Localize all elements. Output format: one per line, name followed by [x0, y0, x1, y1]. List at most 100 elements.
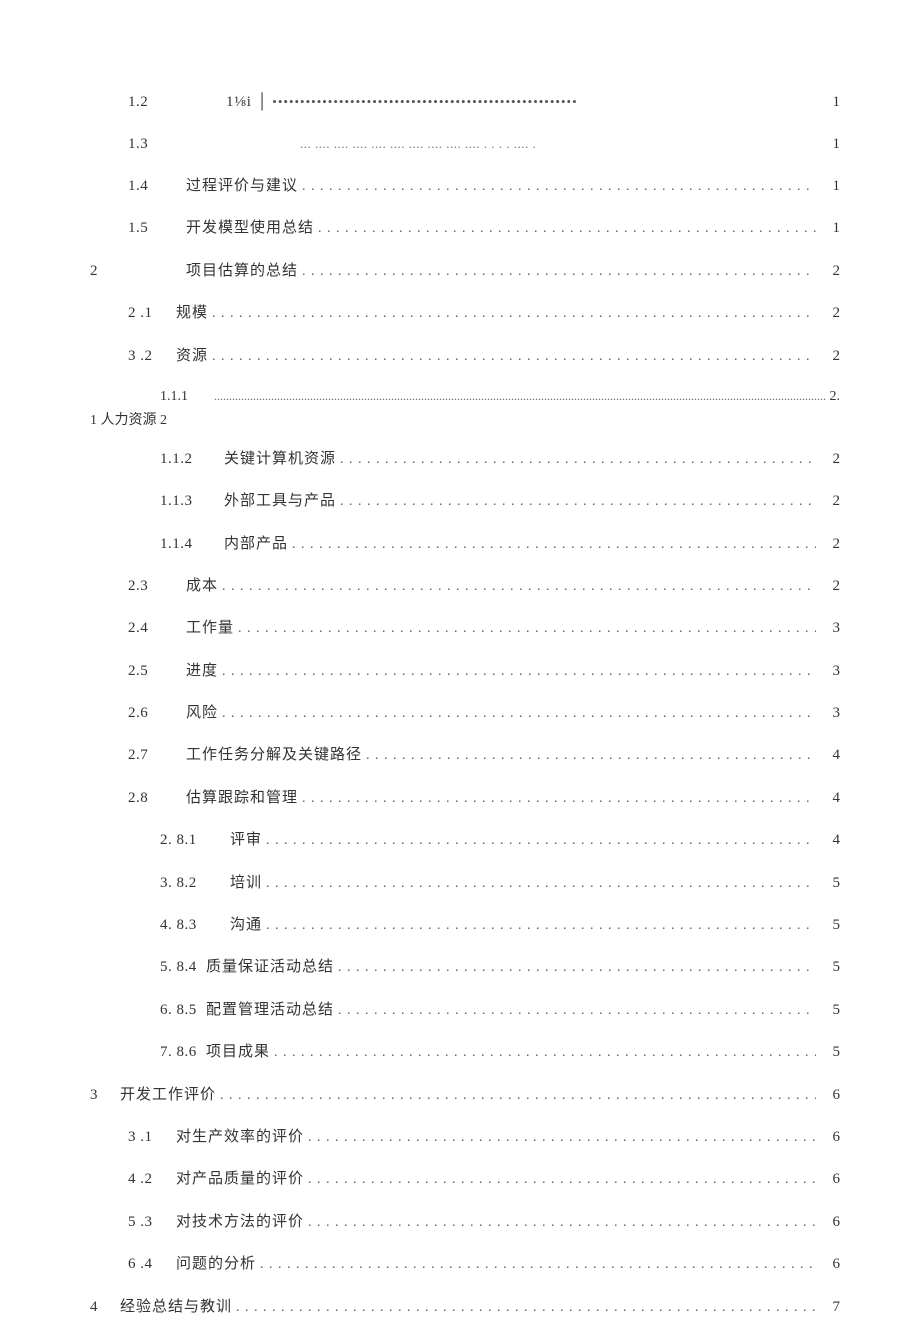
toc-label: 对生产效率的评价: [176, 1125, 304, 1149]
toc-row-3-3: 5 .3 对技术方法的评价 6: [90, 1210, 840, 1234]
toc-num: 2.4: [128, 616, 176, 640]
toc-label: 估算跟踪和管理: [186, 786, 298, 810]
toc-leader: [266, 828, 816, 852]
toc-leader: [266, 913, 816, 937]
toc-leader: [308, 1210, 816, 1234]
toc-num: 2.8: [128, 786, 176, 810]
toc-num: 1.1.1: [160, 386, 210, 408]
toc-label: 对技术方法的评价: [176, 1210, 304, 1234]
toc-page: 5: [820, 1040, 840, 1064]
toc-num: 4: [90, 1295, 120, 1319]
toc-page: 6: [820, 1083, 840, 1107]
toc-page: 3: [820, 659, 840, 683]
toc-page: 2: [820, 344, 840, 368]
toc-leader: [274, 1040, 816, 1064]
toc-page: 2: [820, 532, 840, 556]
toc-label: 内部产品: [224, 532, 288, 556]
toc-num: 1.3: [128, 132, 176, 156]
toc-num: 1.1.3: [160, 489, 224, 513]
toc-label: 外部工具与产品: [224, 489, 336, 513]
toc-row-3: 3 开发工作评价 6: [90, 1083, 840, 1107]
toc-row-2-8-3: 4. 8.3 沟通 5: [90, 913, 840, 937]
toc-leader: [366, 743, 816, 767]
toc-label: 经验总结与教训: [120, 1295, 232, 1319]
toc-leader: [222, 701, 816, 725]
toc-leader: [340, 489, 816, 513]
toc-row-1-5: 1.5 开发模型使用总结 1: [90, 216, 840, 240]
toc-row-2: 2 项目估算的总结 2: [90, 259, 840, 283]
toc-leader: [266, 871, 816, 895]
toc-row-1-3: 1.3 1: [90, 132, 840, 156]
toc-label: 1⅛i │: [226, 90, 268, 114]
toc-row-1-1-2: 1.1.2 关键计算机资源 2: [90, 447, 840, 471]
toc-row-2-8: 2.8 估算跟踪和管理 4: [90, 786, 840, 810]
toc-leader: [338, 955, 816, 979]
toc-leader: [222, 574, 816, 598]
toc-page: 5: [820, 871, 840, 895]
toc-label: 项目成果: [206, 1040, 270, 1064]
toc-label: 开发工作评价: [120, 1083, 216, 1107]
toc-page: 2: [820, 489, 840, 513]
toc-leader: [318, 216, 816, 240]
toc-num: 1.1.4: [160, 532, 224, 556]
toc-page: 2: [820, 259, 840, 283]
toc-label: 成本: [186, 574, 218, 598]
toc-label: 工作任务分解及关键路径: [186, 743, 362, 767]
toc-leader: [292, 532, 816, 556]
toc-label: 开发模型使用总结: [186, 216, 314, 240]
toc-num: 2.5: [128, 659, 176, 683]
toc-leader: [212, 301, 816, 325]
toc-page: 6: [820, 1125, 840, 1149]
toc-page: 2.: [830, 386, 841, 408]
toc-row-2-5: 2.5 进度 3: [90, 659, 840, 683]
toc-row-2-4: 2.4 工作量 3: [90, 616, 840, 640]
toc-row-2-8-1: 2. 8.1 评审 4: [90, 828, 840, 852]
toc-row-2-8-5: 6. 8.5 配置管理活动总结 5: [90, 998, 840, 1022]
toc-leader: [302, 174, 816, 198]
toc-num: 5 .3: [128, 1210, 176, 1234]
toc-num: 4. 8.3: [160, 913, 224, 937]
toc-num: 2.3: [128, 574, 176, 598]
toc-row-1-1-4: 1.1.4 内部产品 2: [90, 532, 840, 556]
toc-page: 4: [820, 786, 840, 810]
toc-leader: [236, 1295, 816, 1319]
toc-page: 4: [820, 743, 840, 767]
toc-row-2-7: 2.7 工作任务分解及关键路径 4: [90, 743, 840, 767]
toc-row-2-3: 2.3 成本 2: [90, 574, 840, 598]
toc-page: 3: [820, 616, 840, 640]
toc-row-2-8-6: 7. 8.6 项目成果 5: [90, 1040, 840, 1064]
toc-label: 配置管理活动总结: [206, 998, 334, 1022]
toc-num: 6. 8.5: [160, 998, 206, 1022]
toc-num: 1.2: [128, 90, 176, 114]
toc-leader: [308, 1167, 816, 1191]
toc-leader: [260, 1252, 816, 1276]
toc-label: 过程评价与建议: [186, 174, 298, 198]
toc-label: 质量保证活动总结: [206, 955, 334, 979]
toc-label: 进度: [186, 659, 218, 683]
toc-row-1-1-1-wrap: 1.1.1 2. 1 人力资源 2: [90, 386, 840, 433]
toc-leader: [222, 659, 816, 683]
toc-num: 5. 8.4: [160, 955, 206, 979]
toc-label: 风险: [186, 701, 218, 725]
toc-leader: [220, 1083, 816, 1107]
toc-num: 7. 8.6: [160, 1040, 206, 1064]
toc-row-1-1-3: 1.1.3 外部工具与产品 2: [90, 489, 840, 513]
toc-num: 1.4: [128, 174, 176, 198]
toc-num: 3 .2: [128, 344, 176, 368]
toc-label: 资源: [176, 344, 208, 368]
toc-row-1-2: 1.2 1⅛i │ 1: [90, 90, 840, 114]
toc-label: 项目估算的总结: [186, 259, 298, 283]
toc-leader: [212, 344, 816, 368]
toc-page: 5: [820, 998, 840, 1022]
toc-page: 3: [820, 701, 840, 725]
toc-row-2-1: 2 .1 规模 2: [90, 301, 840, 325]
toc-row-3-4: 6 .4 问题的分析 6: [90, 1252, 840, 1276]
toc-page: 1: [820, 90, 840, 114]
toc-leader: [338, 998, 816, 1022]
toc-row-2-8-4: 5. 8.4 质量保证活动总结 5: [90, 955, 840, 979]
toc-num: 2. 8.1: [160, 828, 224, 852]
toc-page: 6: [820, 1210, 840, 1234]
toc-label: 评审: [230, 828, 262, 852]
toc-page: 2: [820, 447, 840, 471]
toc-row-2-2: 3 .2 资源 2: [90, 344, 840, 368]
